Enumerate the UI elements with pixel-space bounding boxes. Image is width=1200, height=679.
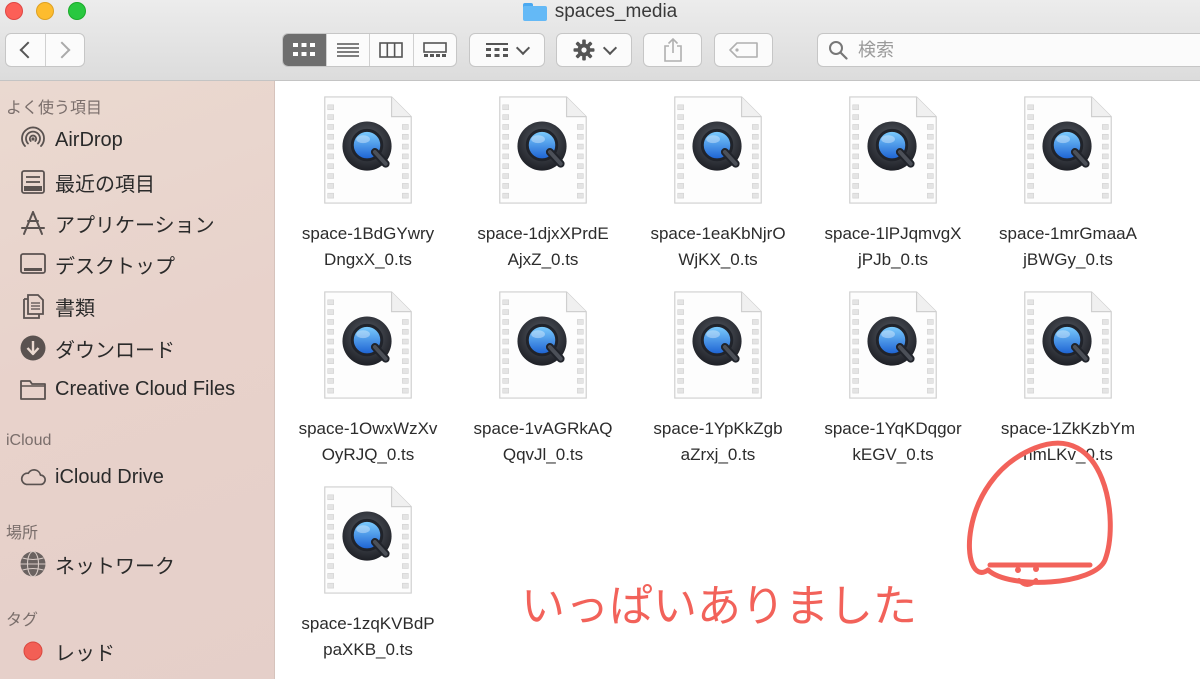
list-view-button[interactable]: [325, 34, 370, 66]
search-icon: [829, 41, 848, 60]
recents-icon: [19, 168, 47, 196]
gallery-view-button[interactable]: [412, 34, 457, 66]
gallery-icon: [422, 42, 447, 57]
action-menu-button[interactable]: [556, 33, 632, 67]
desktop-icon: [19, 250, 47, 278]
sidebar-item-label: 最近の項目: [55, 173, 155, 196]
chevron-down-icon: [515, 40, 531, 56]
share-icon: [663, 38, 682, 62]
sidebar-item-label: デスクトップ: [55, 255, 175, 278]
list-lines-icon: [336, 43, 359, 57]
file-icon-grid: space-1BdGYwry DngxX_0.ts space-1djxXPrd…: [275, 81, 1200, 679]
chevron-down-icon: [602, 40, 618, 56]
handwritten-annotation: いっぱいありました: [521, 440, 1113, 632]
icon-view-button[interactable]: [283, 34, 326, 66]
sidebar-item-label: ダウンロード: [55, 339, 175, 362]
sidebar-item-downloads[interactable]: ダウンロード: [19, 331, 269, 365]
columns-icon: [379, 42, 404, 58]
sidebar-item-desktop[interactable]: デスクトップ: [19, 247, 269, 281]
sidebar-section-icloud: iCloud: [6, 432, 52, 449]
group-by-button[interactable]: [469, 33, 545, 67]
forward-button[interactable]: [44, 34, 85, 66]
column-view-button[interactable]: [369, 34, 413, 66]
tag-icon: [728, 42, 758, 58]
sidebar-item-airdrop[interactable]: AirDrop: [19, 123, 269, 157]
sidebar-section-tags: タグ: [6, 612, 39, 629]
annotation-text: いっぱいありました: [521, 581, 917, 632]
documents-icon: [19, 292, 47, 320]
downloads-icon: [19, 334, 47, 362]
sidebar-item-label: iCloud Drive: [55, 465, 164, 488]
sidebar-item-label: レッド: [55, 642, 115, 665]
share-button[interactable]: [643, 33, 702, 67]
sidebar-item-label: アプリケーション: [55, 214, 215, 237]
gear-icon: [573, 39, 595, 61]
sidebar-item-label: AirDrop: [55, 128, 123, 151]
folder-icon: [522, 3, 547, 21]
sidebar-section-locations: 場所: [6, 525, 39, 542]
back-button[interactable]: [6, 34, 45, 66]
chevron-left-icon: [19, 41, 37, 59]
sidebar-item-documents[interactable]: 書類: [19, 289, 269, 323]
sidebar-item-applications[interactable]: アプリケーション: [19, 206, 269, 240]
sidebar-item-icloud-drive[interactable]: iCloud Drive: [19, 460, 269, 494]
network-icon: [19, 550, 47, 578]
icon-grid-icon: [293, 43, 316, 56]
arrange-grid-icon: [486, 43, 508, 57]
cloud-icon: [19, 463, 47, 491]
red-tag-icon: [19, 637, 47, 665]
window-title: spaces_media: [0, 0, 1200, 24]
sidebar-item-label: 書類: [55, 297, 95, 320]
window-title-text: spaces_media: [554, 1, 678, 22]
applications-icon: [19, 209, 47, 237]
sidebar-item-recents[interactable]: 最近の項目: [19, 165, 269, 199]
sidebar-item-label: Creative Cloud Files: [55, 377, 236, 400]
view-mode-group: [282, 33, 457, 67]
window-titlebar: spaces_media: [0, 0, 1200, 81]
search-field[interactable]: [817, 33, 1200, 67]
edit-tags-button[interactable]: [714, 33, 773, 67]
search-input[interactable]: [856, 38, 1160, 62]
sidebar-item-creative-cloud-files[interactable]: Creative Cloud Files: [19, 372, 269, 406]
sidebar-item-network[interactable]: ネットワーク: [19, 547, 269, 581]
back-forward-group: [5, 33, 85, 67]
chevron-right-icon: [53, 41, 71, 59]
sidebar-item-label: ネットワーク: [55, 555, 175, 578]
sidebar: よく使う項目 AirDrop 最近の項目 アプリケーション デスクトップ 書類 …: [0, 81, 275, 679]
sidebar-section-favorites: よく使う項目: [6, 100, 103, 117]
folder-icon: [19, 375, 47, 403]
sidebar-item-tag-red[interactable]: レッド: [19, 634, 269, 668]
airdrop-icon: [19, 126, 47, 154]
